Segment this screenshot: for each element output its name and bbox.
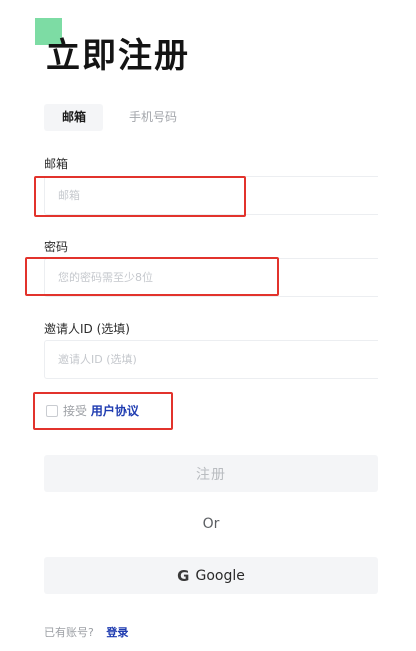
google-icon: G [177, 566, 190, 585]
email-label: 邮箱 [44, 157, 69, 171]
agreement-checkbox[interactable] [46, 405, 58, 417]
have-account-text: 已有账号? [44, 626, 94, 639]
email-field-wrapper [44, 176, 378, 215]
or-divider: Or [202, 516, 220, 532]
agreement-prefix: 接受 [63, 404, 88, 418]
invite-label: 邀请人ID (选填) [44, 322, 130, 336]
tab-email[interactable]: 邮箱 [44, 104, 104, 131]
password-field[interactable] [45, 271, 378, 284]
page-title: 立即注册 [46, 36, 190, 76]
register-method-tabs: 邮箱 手机号码 [44, 104, 193, 131]
password-field-wrapper [44, 258, 378, 297]
user-agreement-link[interactable]: 用户协议 [91, 404, 139, 418]
email-field[interactable] [45, 189, 378, 202]
agreement-text: 接受 用户协议 [63, 402, 139, 419]
login-link[interactable]: 登录 [106, 626, 128, 639]
invite-field-wrapper [44, 340, 378, 379]
invite-field[interactable] [45, 353, 378, 366]
login-prompt: 已有账号? 登录 [44, 624, 128, 640]
password-label: 密码 [44, 240, 69, 254]
google-label: Google [195, 567, 245, 584]
google-login-button[interactable]: G Google [44, 557, 378, 594]
tab-phone[interactable]: 手机号码 [113, 104, 193, 131]
register-button[interactable]: 注册 [44, 455, 378, 492]
